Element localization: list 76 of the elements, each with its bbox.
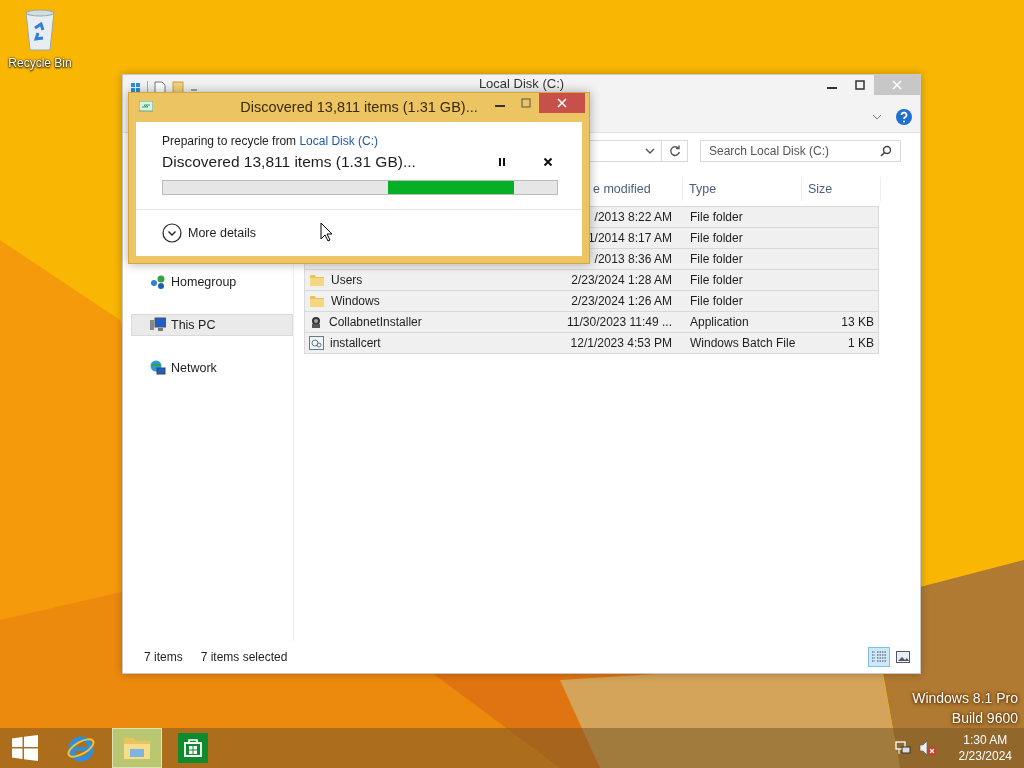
search-field[interactable]: Search Local Disk (C:) xyxy=(700,140,901,162)
maximize-icon xyxy=(521,98,531,108)
date-modified: 2/23/2024 1:26 AM xyxy=(571,294,672,308)
folder-icon xyxy=(309,294,325,308)
file-name: installcert xyxy=(330,336,381,350)
source-link[interactable]: Local Disk (C:) xyxy=(299,134,379,148)
date-modified: 12/1/2023 4:53 PM xyxy=(570,336,672,350)
selection-count: 7 items selected xyxy=(200,650,288,664)
file-type: File folder xyxy=(690,210,743,224)
network-status-icon[interactable] xyxy=(894,740,911,756)
column-header[interactable]: Type xyxy=(683,177,802,201)
window-app-icon xyxy=(131,83,141,93)
folder-icon xyxy=(309,273,325,287)
search-icon xyxy=(880,145,892,157)
windows-logo-icon xyxy=(12,735,38,761)
installer-icon xyxy=(309,315,323,329)
store-bag-icon xyxy=(178,733,208,763)
window-title: Local Disk (C:) xyxy=(478,76,565,91)
pause-icon xyxy=(498,157,506,167)
minimize-icon xyxy=(495,105,505,107)
file-type: File folder xyxy=(690,294,743,308)
file-row[interactable]: Windows 2/23/2024 1:26 AM File folder xyxy=(304,290,879,312)
nav-item[interactable]: This PC xyxy=(131,314,293,336)
close-icon xyxy=(543,157,553,167)
file-type: File folder xyxy=(690,252,743,266)
refresh-icon xyxy=(668,145,681,157)
close-icon xyxy=(892,80,902,90)
details-view-icon xyxy=(871,650,887,664)
os-watermark-text: Windows 8.1 Pro xyxy=(912,690,1018,706)
computer-icon xyxy=(150,317,166,333)
chevron-down-icon[interactable] xyxy=(872,113,882,121)
network-icon xyxy=(150,360,166,376)
file-name: Users xyxy=(331,273,363,287)
date-modified: 2/23/2024 1:28 AM xyxy=(571,273,672,287)
clock-time: 1:30 AM xyxy=(963,732,1008,748)
file-row[interactable]: CollabnetInstaller 11/30/2023 11:49 ... Application 13 KB xyxy=(304,311,879,333)
file-name: Windows xyxy=(331,294,380,308)
file-size: 13 KB xyxy=(841,315,874,329)
file-type: Application xyxy=(690,315,749,329)
refresh-button[interactable] xyxy=(662,140,688,162)
speaker-muted-icon[interactable] xyxy=(918,740,937,756)
file-size: 1 KB xyxy=(848,336,874,350)
maximize-icon xyxy=(855,80,865,90)
folder-icon xyxy=(122,735,152,761)
nav-item[interactable]: Network xyxy=(131,357,293,379)
file-type: File folder xyxy=(690,231,743,245)
item-count: 7 items xyxy=(144,650,183,664)
progress-status: Discovered 13,811 items (1.31 GB)... xyxy=(162,153,417,171)
more-details-button[interactable]: More details xyxy=(162,223,257,243)
close-button[interactable] xyxy=(539,93,585,113)
file-type: File folder xyxy=(690,273,743,287)
date-modified: 11/30/2023 11:49 ... xyxy=(567,315,672,329)
nav-item[interactable]: Homegroup xyxy=(131,271,293,293)
homegroup-icon xyxy=(150,274,166,290)
os-watermark-text: Build 9600 xyxy=(951,710,1018,726)
date-modified: /2013 8:22 AM xyxy=(594,210,672,224)
close-icon xyxy=(557,98,567,108)
expand-circle-icon xyxy=(162,223,182,243)
batch-file-icon xyxy=(309,336,324,350)
chevron-down-icon[interactable] xyxy=(645,147,655,155)
clock-date: 2/23/2024 xyxy=(958,748,1012,764)
clock[interactable]: 1:30 AM 2/23/2024 xyxy=(958,732,1012,764)
help-icon[interactable] xyxy=(896,109,912,125)
dialog-app-icon xyxy=(139,101,153,113)
file-row[interactable]: installcert 12/1/2023 4:53 PM Windows Batch File 1 KB xyxy=(304,332,879,354)
file-row[interactable]: Users 2/23/2024 1:28 AM File folder xyxy=(304,269,879,291)
dialog-title: Discovered 13,811 items (1.31 GB)... xyxy=(240,99,478,115)
mouse-pointer-icon xyxy=(320,222,333,242)
date-modified: /2013 8:36 AM xyxy=(594,252,672,266)
date-modified: 1/2014 8:17 AM xyxy=(587,231,672,245)
column-header[interactable]: Size xyxy=(802,177,881,201)
operation-source-text: Preparing to recycle from Local Disk (C:) xyxy=(162,134,380,148)
file-type: Windows Batch File xyxy=(690,336,796,350)
minimize-icon xyxy=(827,87,837,89)
large-icons-view-icon xyxy=(896,651,910,663)
file-name: CollabnetInstaller xyxy=(329,315,422,329)
